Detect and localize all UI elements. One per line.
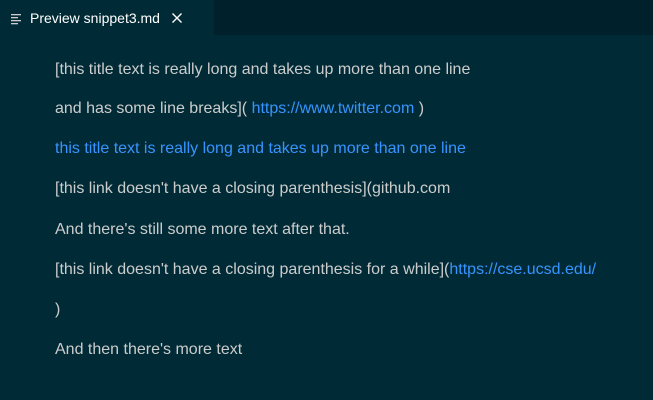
paragraph-line-2: and has some line breaks]( https://www.t…	[55, 99, 424, 119]
line-4-text: [this link doesn't have a closing parent…	[55, 180, 451, 197]
tab-preview-snippet3[interactable]: Preview snippet3.md	[0, 0, 214, 35]
line-6-text: [this link doesn't have a closing parent…	[55, 261, 450, 278]
paragraph-line-7: )	[55, 300, 60, 320]
line-1-text: [this title text is really long and take…	[55, 61, 471, 78]
tab-title: Preview snippet3.md	[30, 9, 160, 26]
paragraph-line-8: And then there's more text	[55, 340, 242, 360]
line-2-text: and has some line breaks](	[55, 100, 248, 117]
paragraph-line-3: this title text is really long and takes…	[55, 139, 466, 159]
title-link[interactable]: this title text is really long and takes…	[55, 140, 466, 157]
markdown-preview: [this title text is really long and take…	[0, 35, 653, 400]
paragraph-line-1: [this title text is really long and take…	[55, 60, 470, 80]
line-8-text: And then there's more text	[55, 341, 243, 358]
preview-lines-icon	[10, 12, 22, 26]
cse-ucsd-link[interactable]: https://cse.ucsd.edu/	[449, 261, 596, 278]
tab-bar: Preview snippet3.md	[0, 0, 653, 35]
line-2-suffix: )	[418, 100, 425, 117]
twitter-link[interactable]: https://www.twitter.com	[252, 100, 415, 117]
paragraph-line-4: [this link doesn't have a closing parent…	[55, 179, 450, 199]
line-7-text: )	[55, 301, 61, 318]
line-5-text: And there's still some more text after t…	[55, 221, 350, 238]
paragraph-line-5: And there's still some more text after t…	[55, 220, 350, 240]
paragraph-line-6: [this link doesn't have a closing parent…	[55, 260, 596, 280]
close-icon[interactable]	[169, 10, 185, 26]
